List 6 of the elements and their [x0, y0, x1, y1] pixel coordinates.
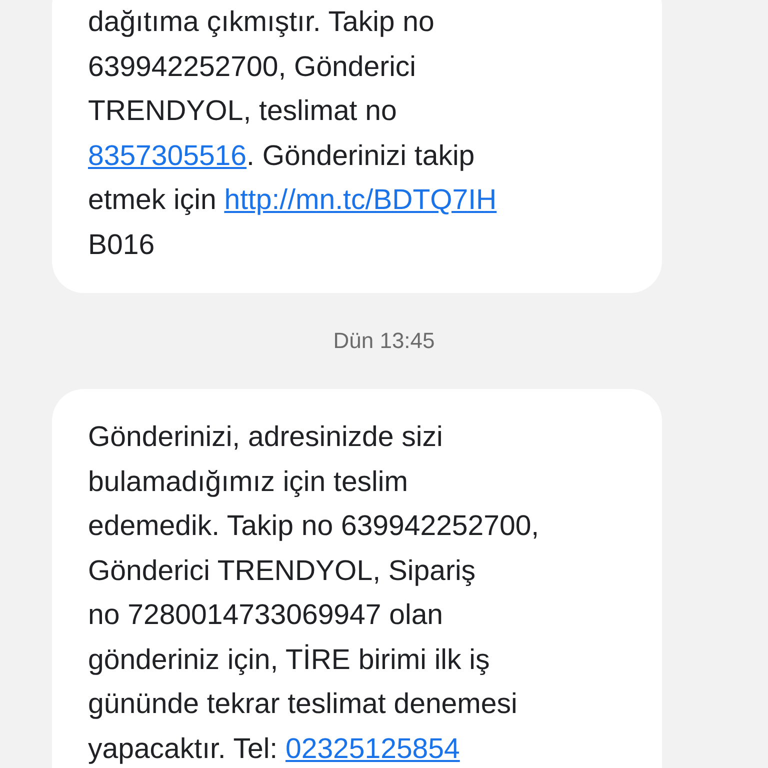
message-link[interactable]: 8357305516 — [88, 140, 247, 172]
message-link[interactable]: http://mn.tc/BDTQ7IH — [224, 184, 497, 216]
message-timestamp: Dün 13:45 — [333, 328, 435, 354]
message-text: dağıtıma çıkmıştır. Takip no 639942252700, Gönderici TRENDYOL, teslimat no 8357305516. Gönderinizi takip etmek için http://mn.tc/BDTQ7IH B016 — [88, 5, 498, 262]
message-link[interactable]: 02325125854 — [286, 732, 460, 764]
message-text: Gönderinizi, adresinizde sizi bulamadığımız için teslim edemedik. Takip no 639942252700, Gönderici TRENDYOL, Sipariş no 7280014733069947 olan gönderiniz için, TİRE birimi ilk iş gününde tekrar teslimat denemesi yapacaktır. Tel: 02325125854 — [88, 420, 540, 766]
